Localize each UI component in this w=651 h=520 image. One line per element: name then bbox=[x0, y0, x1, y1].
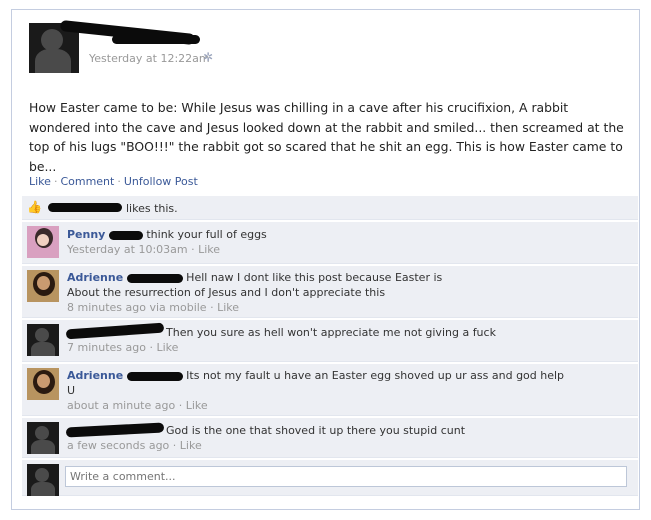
comment-row: Penny think your full of eggs Yesterday … bbox=[22, 222, 638, 264]
commenter-avatar[interactable] bbox=[27, 422, 59, 454]
redacted-liker-name bbox=[48, 203, 122, 212]
comment-text: Hell naw I dont like this post because E… bbox=[186, 271, 443, 284]
comment-text-line2: About the resurrection of Jesus and I do… bbox=[67, 286, 386, 299]
comment-link[interactable]: Comment bbox=[60, 175, 114, 188]
comment-text: God is the one that shoved it up there y… bbox=[166, 424, 466, 437]
redacted-surname bbox=[126, 371, 183, 381]
commenter-name[interactable]: Adrienne bbox=[67, 271, 123, 284]
comment-text-line2: U bbox=[67, 384, 76, 397]
comment-content: Penny think your full of eggs Yesterday … bbox=[67, 227, 567, 257]
comment-timestamp[interactable]: 7 minutes ago bbox=[67, 341, 146, 354]
gear-icon[interactable]: ✲ bbox=[203, 50, 213, 64]
action-separator: · bbox=[117, 175, 121, 188]
comment-row: Then you sure as hell won't appreciate m… bbox=[22, 320, 638, 362]
commenter-avatar[interactable] bbox=[27, 270, 59, 302]
redaction-mark bbox=[112, 35, 200, 44]
comment-timestamp[interactable]: a few seconds ago bbox=[67, 439, 169, 452]
comment-composer bbox=[22, 460, 638, 496]
comment-like-link[interactable]: Like bbox=[186, 399, 208, 412]
redacted-surname bbox=[126, 273, 183, 283]
commenter-name[interactable]: Penny bbox=[67, 228, 105, 241]
meta-separator: · bbox=[169, 439, 180, 452]
commenter-avatar[interactable] bbox=[27, 324, 59, 356]
comment-text: think your full of eggs bbox=[146, 228, 267, 241]
redacted-commenter-name bbox=[65, 422, 165, 438]
comment-content: God is the one that shoved it up there y… bbox=[166, 423, 606, 438]
commenter-avatar[interactable] bbox=[27, 368, 59, 400]
comment-text: Then you sure as hell won't appreciate m… bbox=[166, 326, 496, 339]
post-body: How Easter came to be: While Jesus was c… bbox=[29, 100, 624, 174]
comment-text: Its not my fault u have an Easter egg sh… bbox=[186, 369, 565, 382]
post-actions: Like · Comment · Unfollow Post bbox=[29, 175, 198, 188]
likes-text: likes this. bbox=[126, 202, 178, 215]
viewer-avatar bbox=[27, 464, 59, 496]
meta-separator: · bbox=[145, 341, 157, 354]
comment-like-link[interactable]: Like bbox=[180, 439, 202, 452]
comment-like-link[interactable]: Like bbox=[156, 341, 178, 354]
comment-content: Then you sure as hell won't appreciate m… bbox=[166, 325, 606, 340]
thumbs-up-icon: 👍 bbox=[27, 200, 42, 214]
write-comment-input[interactable] bbox=[65, 466, 627, 487]
commenter-avatar[interactable] bbox=[27, 226, 59, 258]
commenter-name[interactable]: Adrienne bbox=[67, 369, 123, 382]
like-link[interactable]: Like bbox=[29, 175, 51, 188]
comment-row: God is the one that shoved it up there y… bbox=[22, 418, 638, 458]
likes-summary: 👍 likes this. bbox=[22, 196, 638, 220]
comment-row: Adrienne Its not my fault u have an East… bbox=[22, 364, 638, 416]
comment-like-link[interactable]: Like bbox=[217, 301, 239, 314]
comment-meta: a few seconds ago · Like bbox=[67, 438, 567, 453]
meta-separator: · bbox=[187, 243, 199, 256]
meta-separator: · bbox=[175, 399, 186, 412]
action-separator: · bbox=[53, 175, 58, 188]
comment-content: Adrienne Its not my fault u have an East… bbox=[67, 368, 567, 413]
comment-timestamp[interactable]: about a minute ago bbox=[67, 399, 175, 412]
comment-timestamp[interactable]: Yesterday at 10:03am bbox=[67, 243, 188, 256]
comment-timestamp[interactable]: 8 minutes ago via mobile bbox=[67, 301, 207, 314]
redacted-commenter-name bbox=[65, 322, 165, 340]
comment-like-link[interactable]: Like bbox=[198, 243, 220, 256]
comment-meta: 7 minutes ago · Like bbox=[67, 340, 567, 355]
comment-content: Adrienne Hell naw I dont like this post … bbox=[67, 270, 567, 315]
redacted-surname bbox=[108, 230, 143, 240]
unfollow-post-link[interactable]: Unfollow Post bbox=[124, 175, 198, 188]
post-timestamp[interactable]: Yesterday at 12:22am bbox=[89, 52, 210, 65]
meta-separator: · bbox=[206, 301, 218, 314]
comment-row: Adrienne Hell naw I dont like this post … bbox=[22, 266, 638, 318]
